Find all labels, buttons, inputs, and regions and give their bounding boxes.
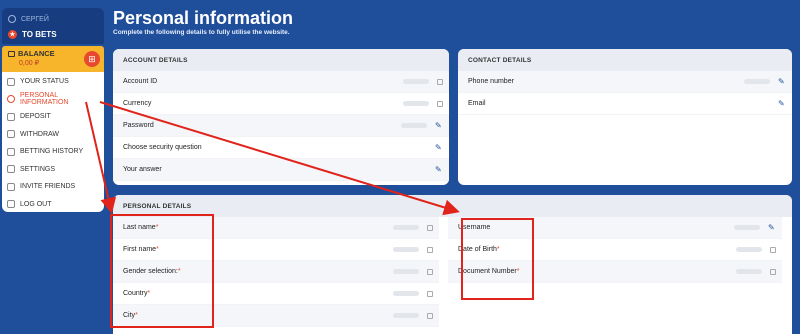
annotation-arrows (85, 101, 460, 216)
annotation-arrow-left (85, 101, 117, 214)
annotation-arrow-right (99, 101, 460, 216)
